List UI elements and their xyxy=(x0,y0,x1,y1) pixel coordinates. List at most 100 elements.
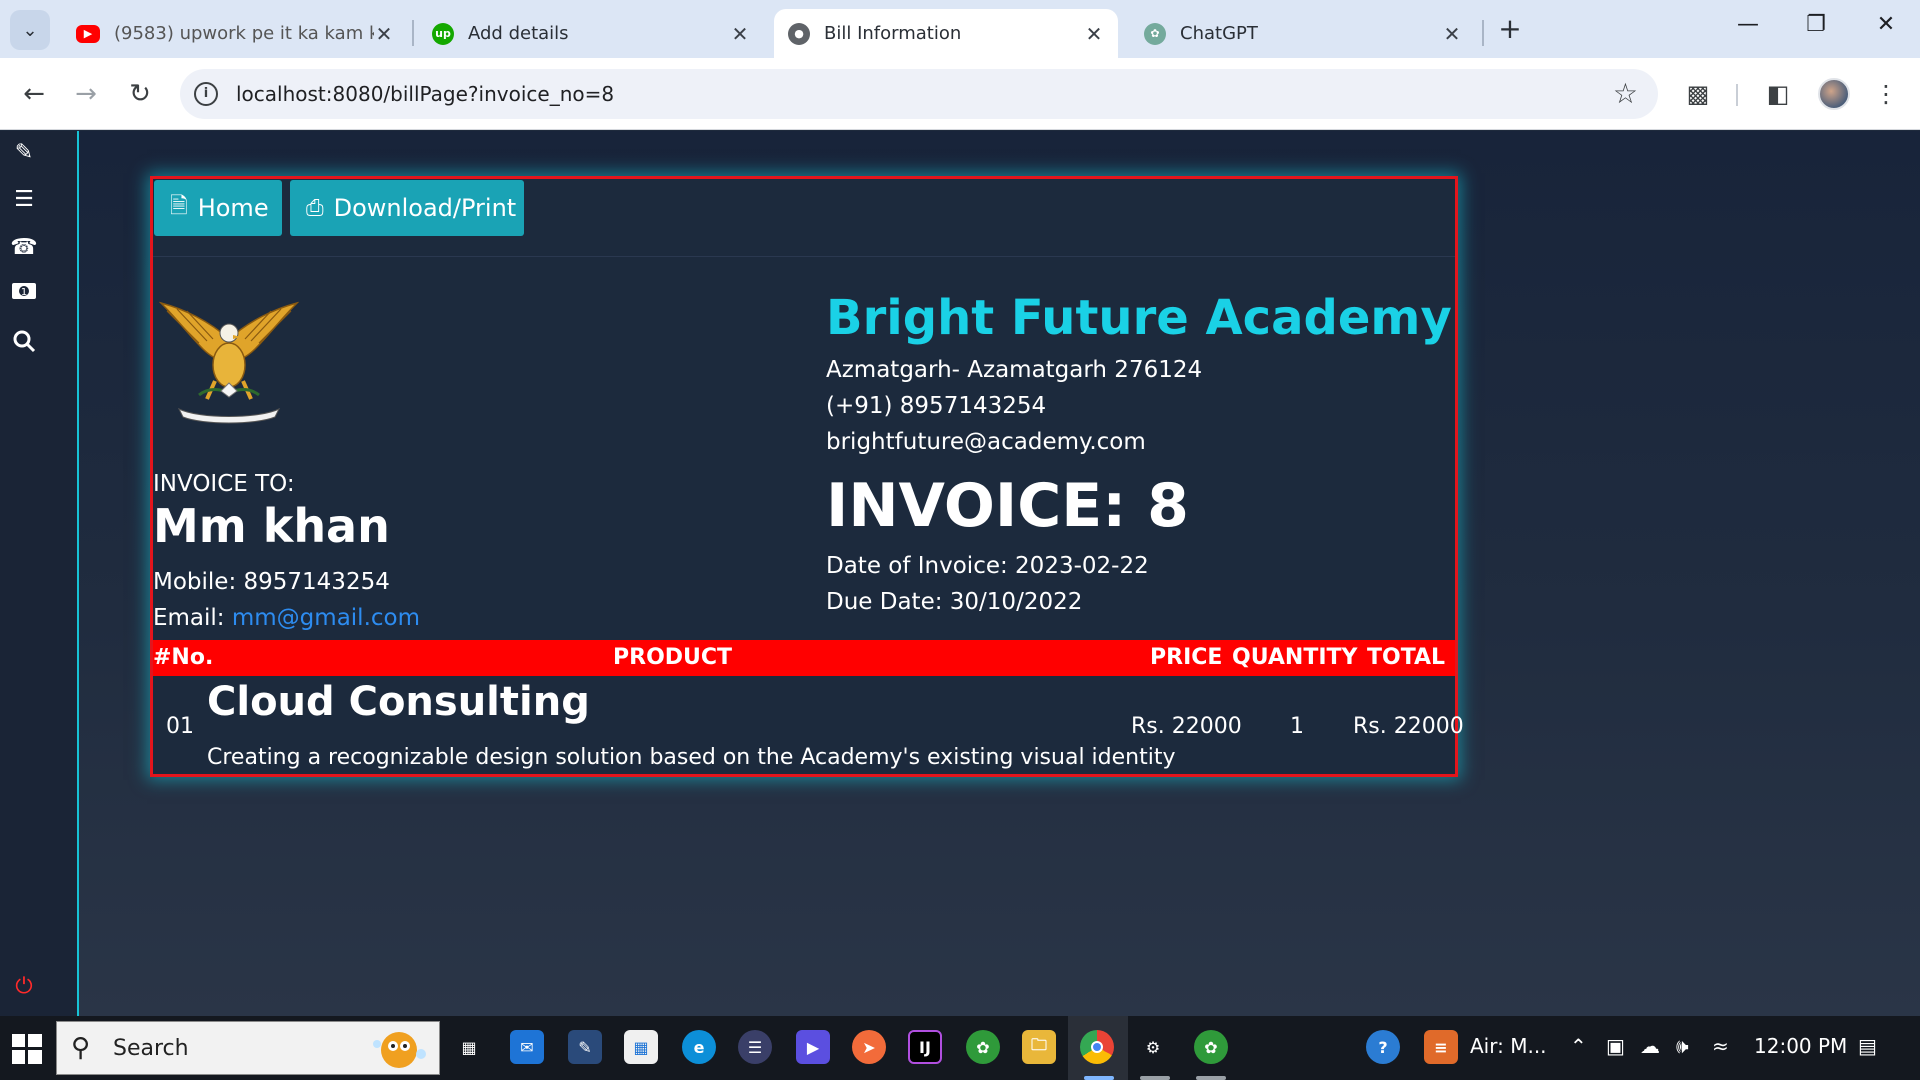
folder-icon[interactable]: 🗀 xyxy=(1022,1030,1056,1064)
restore-button[interactable]: ❐ xyxy=(1796,12,1836,48)
wifi-icon[interactable]: ≈ xyxy=(1712,1034,1729,1058)
meet-icon[interactable]: ▣ xyxy=(1606,1034,1625,1058)
spring-tools-icon[interactable]: ✿ xyxy=(1194,1030,1228,1064)
minimize-button[interactable]: — xyxy=(1728,12,1768,48)
money-icon[interactable]: 1 xyxy=(10,281,38,309)
chatgpt-icon: ✿ xyxy=(1144,22,1166,45)
list-icon[interactable]: ☰ xyxy=(10,186,38,214)
task-view-icon[interactable]: ▦ xyxy=(452,1030,486,1064)
intellij-icon[interactable]: IJ xyxy=(908,1030,942,1064)
tab-search-button[interactable]: ⌄ xyxy=(10,10,50,50)
invoice-due-date: Due Date: 30/10/2022 xyxy=(826,589,1083,615)
invoice-card: 🗎 Home ⎙ Download/Print Bright Future Ac… xyxy=(150,176,1464,777)
client-name: Mm khan xyxy=(153,499,390,553)
bookmark-star-icon[interactable]: ☆ xyxy=(1613,77,1638,110)
back-button[interactable]: ← xyxy=(14,74,54,114)
row-price: Rs. 22000 xyxy=(1131,714,1242,739)
tray-weather-text[interactable]: Air: M... xyxy=(1470,1034,1547,1058)
row-number: 01 xyxy=(166,714,194,739)
invoice-number: INVOICE: 8 xyxy=(826,471,1189,541)
tab-title: Add details xyxy=(468,23,569,44)
search-icon[interactable] xyxy=(10,329,38,357)
page-content: ✎ ☰ ☎ 1 ⏻ 🗎 Home ⎙ Download/Print Bright… xyxy=(0,131,1920,1016)
edit-icon[interactable]: ✎ xyxy=(10,139,38,167)
download-print-button[interactable]: ⎙ Download/Print xyxy=(290,180,524,236)
spring-icon[interactable]: ✿ xyxy=(966,1030,1000,1064)
edge-icon[interactable]: e xyxy=(682,1030,716,1064)
tab-title: ChatGPT xyxy=(1180,23,1258,44)
taskbar: ⚲ Search ▦ ✉ ✎ ▦ e ☰ ▶ ➤ IJ ✿ 🗀 ⚙ ✿ ? ≡ … xyxy=(0,1016,1920,1080)
academy-logo xyxy=(159,301,299,424)
clock[interactable]: 12:00 PM xyxy=(1754,1034,1847,1058)
file-icon: 🗎 xyxy=(170,194,188,219)
col-quantity-header: QUANTITY xyxy=(1232,645,1358,670)
minimize-icon: — xyxy=(1737,12,1759,37)
home-button-label: Home xyxy=(197,194,269,222)
close-window-button[interactable]: ✕ xyxy=(1866,12,1906,48)
search-highlight-icon xyxy=(373,1032,426,1068)
notification-icon[interactable]: ▤ xyxy=(1858,1034,1877,1058)
new-tab-button[interactable]: + xyxy=(1494,12,1526,48)
settings-icon[interactable]: ⚙ xyxy=(1136,1030,1170,1064)
col-no-header: #No. xyxy=(153,645,214,670)
vscode-studio-icon[interactable]: ✎ xyxy=(568,1030,602,1064)
url-text[interactable]: localhost:8080/billPage?invoice_no=8 xyxy=(236,82,614,106)
globe-icon: ● xyxy=(788,22,810,45)
air-quality-icon[interactable]: ≡ xyxy=(1424,1030,1458,1064)
close-icon[interactable]: ✕ xyxy=(374,22,394,46)
company-name: Bright Future Academy xyxy=(826,290,1452,346)
postman-icon[interactable]: ➤ xyxy=(852,1030,886,1064)
tab-chatgpt[interactable]: ✿ ChatGPT ✕ xyxy=(1130,9,1476,58)
tab-title: (9583) upwork pe it ka kam kais xyxy=(114,23,374,44)
row-quantity: 1 xyxy=(1290,714,1304,739)
reload-icon: ↻ xyxy=(129,79,151,109)
col-total-header: TOTAL xyxy=(1367,645,1446,670)
tab-strip: ⌄ ▶ (9583) upwork pe it ka kam kais ✕ up… xyxy=(0,0,1920,58)
power-automate-icon[interactable]: ▶ xyxy=(796,1030,830,1064)
col-price-header: PRICE xyxy=(1150,645,1223,670)
eclipse-icon[interactable]: ☰ xyxy=(738,1030,772,1064)
cloud-icon[interactable]: ☁ xyxy=(1640,1034,1660,1058)
chevron-down-icon: ⌄ xyxy=(22,19,38,41)
chevron-up-icon[interactable]: ⌃ xyxy=(1570,1034,1587,1058)
arrow-right-icon: → xyxy=(75,79,97,109)
info-icon[interactable]: i xyxy=(194,82,218,106)
forward-button[interactable]: → xyxy=(66,74,106,114)
running-indicator xyxy=(1140,1076,1170,1080)
tab-youtube[interactable]: ▶ (9583) upwork pe it ka kam kais ✕ xyxy=(62,9,408,58)
reload-button[interactable]: ↻ xyxy=(120,74,160,114)
row-total: Rs. 22000 xyxy=(1353,714,1464,739)
help-icon[interactable]: ? xyxy=(1366,1030,1400,1064)
more-vert-icon: ⋮ xyxy=(1874,80,1898,108)
menu-button[interactable]: ⋮ xyxy=(1866,74,1906,114)
company-phone: (+91) 8957143254 xyxy=(826,393,1047,419)
home-button[interactable]: 🗎 Home xyxy=(154,180,282,236)
close-icon[interactable]: ✕ xyxy=(1442,22,1462,46)
search-icon: ⚲ xyxy=(71,1033,91,1063)
power-icon[interactable]: ⏻ xyxy=(10,973,38,1001)
chrome-icon[interactable] xyxy=(1080,1030,1114,1064)
windows-start-icon[interactable] xyxy=(12,1034,42,1064)
close-icon[interactable]: ✕ xyxy=(730,22,750,46)
mail-icon[interactable]: ✉ xyxy=(510,1030,544,1064)
running-indicator xyxy=(1196,1076,1226,1080)
address-bar[interactable]: i localhost:8080/billPage?invoice_no=8 ☆ xyxy=(180,69,1658,119)
active-indicator xyxy=(1084,1076,1114,1080)
avatar[interactable] xyxy=(1818,78,1850,110)
tab-add-details[interactable]: up Add details ✕ xyxy=(418,9,764,58)
company-email: brightfuture@academy.com xyxy=(826,429,1146,455)
volume-icon[interactable]: 🕪 xyxy=(1676,1034,1689,1058)
puzzle-icon: ▩ xyxy=(1686,80,1710,108)
taskbar-search[interactable]: ⚲ Search xyxy=(56,1021,440,1075)
store-icon[interactable]: ▦ xyxy=(624,1030,658,1064)
print-icon: ⎙ xyxy=(306,195,324,221)
side-panel-button[interactable]: ◧ xyxy=(1758,74,1798,114)
close-icon: ✕ xyxy=(1876,12,1896,37)
close-icon[interactable]: ✕ xyxy=(1084,22,1104,46)
row-description: Creating a recognizable design solution … xyxy=(207,745,1176,770)
tab-bill-information[interactable]: ● Bill Information ✕ xyxy=(774,9,1118,58)
phone-icon[interactable]: ☎ xyxy=(10,234,38,262)
divider xyxy=(153,256,1455,257)
client-email-link[interactable]: mm@gmail.com xyxy=(232,605,420,631)
extensions-button[interactable]: ▩ xyxy=(1678,74,1718,114)
